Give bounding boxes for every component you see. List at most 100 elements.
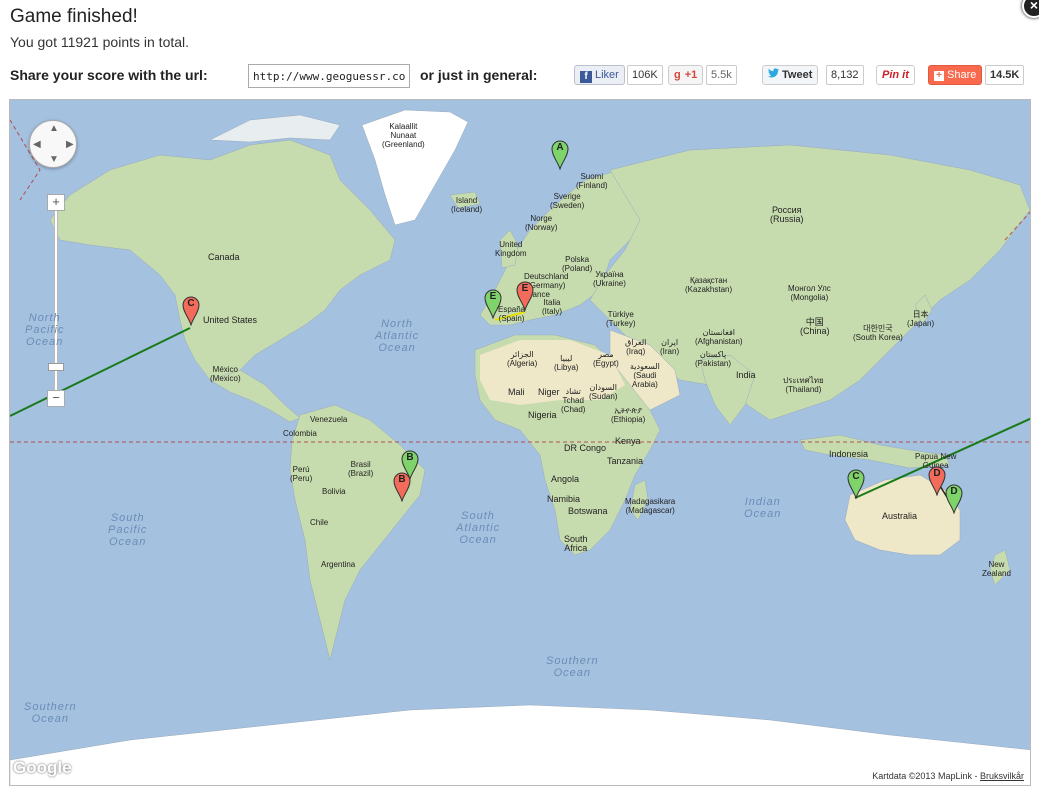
marker-d-actual[interactable]: D xyxy=(945,484,963,514)
gplus-label: +1 xyxy=(684,69,698,81)
label-madagascar: Madagasikara (Madagascar) xyxy=(625,497,676,515)
label-ethiopia: ኢትዮጵያ (Ethiopia) xyxy=(611,406,646,424)
share-row: Share your score with the url: or just i… xyxy=(10,64,1030,88)
pan-control[interactable]: ▲ ▼ ◀ ▶ xyxy=(29,120,77,168)
label-pakistan: پاکستان (Pakistan) xyxy=(695,350,732,368)
label-uk: United Kingdom xyxy=(495,240,527,258)
label-algeria: الجزائر (Algeria) xyxy=(507,350,538,368)
label-turkey: Türkiye (Turkey) xyxy=(606,310,636,328)
label-usa: United States xyxy=(203,315,258,325)
label-sweden: Sverige (Sweden) xyxy=(550,192,585,210)
map-attribution: Kartdata ©2013 MapLink - Bruksvilkår xyxy=(866,769,1030,783)
label-kenya: Kenya xyxy=(615,436,641,446)
label-afghanistan: افغانستان (Afghanistan) xyxy=(695,328,743,346)
gplus-icon: g xyxy=(674,69,681,81)
addthis-count: 14.5K xyxy=(985,65,1025,85)
label-tanzania: Tanzania xyxy=(607,456,644,466)
label-southafrica: South Africa xyxy=(564,534,588,553)
label-china: 中国 (China) xyxy=(800,317,830,336)
pan-up-icon[interactable]: ▲ xyxy=(49,123,59,134)
label-norway: Norge (Norway) xyxy=(525,214,558,232)
ocean-southern: Southern Ocean xyxy=(546,655,599,679)
label-mongolia: Монгол Улс (Mongolia) xyxy=(788,284,831,302)
close-button[interactable]: × xyxy=(1022,0,1039,18)
label-poland: Polska (Poland) xyxy=(562,255,593,273)
label-brazil: Brasil (Brazil) xyxy=(348,460,374,478)
ocean-south-pacific: South Pacific Ocean xyxy=(108,512,148,548)
marker-a-actual[interactable]: A xyxy=(551,140,569,170)
facebook-count: 106K xyxy=(627,65,663,85)
label-namibia: Namibia xyxy=(547,494,581,504)
label-chad: تشاد Tchad (Chad) xyxy=(561,387,586,414)
label-thailand: ประเทศไทย (Thailand) xyxy=(783,376,824,394)
share-url-label: Share your score with the url: xyxy=(10,67,208,83)
gplus-button[interactable]: g +1 xyxy=(668,65,704,85)
label-greenland: Kalaallit Nunaat (Greenland) xyxy=(382,122,425,149)
label-mali: Mali xyxy=(508,387,525,397)
tweet-label: Tweet xyxy=(782,69,813,81)
plus-icon: + xyxy=(934,71,944,81)
google-logo[interactable]: Google xyxy=(13,758,72,778)
label-colombia: Colombia xyxy=(283,429,317,438)
label-botswana: Botswana xyxy=(568,506,608,516)
terms-link[interactable]: Bruksvilkår xyxy=(980,771,1024,781)
score-text: You got 11921 points in total. xyxy=(10,34,190,50)
label-iran: ایران (Iran) xyxy=(660,338,680,356)
pan-down-icon[interactable]: ▼ xyxy=(49,154,59,165)
pan-left-icon[interactable]: ◀ xyxy=(33,139,41,150)
world-map[interactable]: ▲ ▼ ◀ ▶ + − Kalaallit Nunaat (Greenland) I… xyxy=(9,99,1031,786)
zoom-slider-thumb[interactable] xyxy=(48,363,64,371)
label-saudi: السعودية (Saudi Arabia) xyxy=(630,362,660,389)
label-sudan: السودان (Sudan) xyxy=(589,383,618,401)
label-kazakhstan: Қазақстан (Kazakhstan) xyxy=(685,276,733,294)
label-newzealand: New Zealand xyxy=(982,560,1011,578)
ocean-south-atlantic: South Atlantic Ocean xyxy=(456,510,501,546)
label-drcongo: DR Congo xyxy=(564,443,607,453)
marker-b-guess[interactable]: B xyxy=(393,472,411,502)
label-niger: Niger xyxy=(538,387,560,397)
page-title: Game finished! xyxy=(10,6,138,27)
label-canada: Canada xyxy=(208,252,240,262)
facebook-like-button[interactable]: f Liker xyxy=(574,65,625,85)
pinterest-button[interactable]: Pin it xyxy=(876,65,915,85)
label-nigeria: Nigeria xyxy=(528,410,557,420)
ocean-north-atlantic: North Atlantic Ocean xyxy=(375,318,420,354)
label-angola: Angola xyxy=(551,474,580,484)
pan-right-icon[interactable]: ▶ xyxy=(66,139,74,150)
label-chile: Chile xyxy=(310,518,329,527)
twitter-bird-icon xyxy=(768,66,780,78)
marker-d-guess[interactable]: D xyxy=(928,466,946,496)
label-bolivia: Bolivia xyxy=(322,487,346,496)
label-peru: Perú (Peru) xyxy=(290,465,313,483)
label-mexico: México (Mexico) xyxy=(210,365,241,383)
tweet-button[interactable]: Tweet xyxy=(762,65,819,85)
label-iraq: العراق (Iraq) xyxy=(625,338,647,356)
gplus-count: 5.5k xyxy=(706,65,737,85)
label-russia: Россия (Russia) xyxy=(770,205,804,224)
label-india: India xyxy=(736,370,756,380)
label-egypt: مصر (Egypt) xyxy=(593,350,619,368)
label-argentina: Argentina xyxy=(321,560,356,569)
ocean-indian: Indian Ocean xyxy=(744,496,782,520)
label-australia: Australia xyxy=(882,511,918,521)
ocean-north-pacific: North Pacific Ocean xyxy=(25,312,65,348)
marker-e-guess[interactable]: E xyxy=(516,281,534,311)
label-finland: Suomi (Finland) xyxy=(576,172,608,190)
zoom-out-button[interactable]: − xyxy=(47,390,65,407)
addthis-share-button[interactable]: + Share xyxy=(928,65,983,85)
label-venezuela: Venezuela xyxy=(310,415,348,424)
zoom-in-button[interactable]: + xyxy=(47,194,65,211)
marker-c-guess[interactable]: C xyxy=(182,296,200,326)
map-canvas xyxy=(10,100,1030,785)
share-general-label: or just in general: xyxy=(420,67,538,83)
facebook-like-label: Liker xyxy=(595,69,619,81)
label-korea: 대한민국 (South Korea) xyxy=(853,324,903,342)
label-libya: ليبيا (Libya) xyxy=(554,354,579,372)
marker-e-actual[interactable]: E xyxy=(484,289,502,319)
label-iceland: Island (Iceland) xyxy=(451,196,483,214)
attribution-text: Kartdata ©2013 MapLink - xyxy=(872,771,978,781)
share-url-input[interactable] xyxy=(248,64,410,88)
label-italy: Italia (Italy) xyxy=(542,298,562,316)
marker-c-actual[interactable]: C xyxy=(847,469,865,499)
ocean-southern-left: Southern Ocean xyxy=(24,701,77,725)
